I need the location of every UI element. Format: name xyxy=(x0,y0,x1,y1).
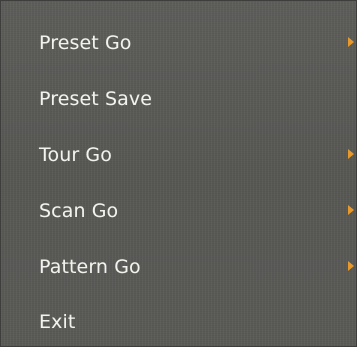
menu-item-label: Pattern Go xyxy=(39,256,141,278)
menu-item-label: Exit xyxy=(39,311,76,333)
menu-item-label: Preset Save xyxy=(39,88,153,110)
menu-item-label: Tour Go xyxy=(39,144,112,166)
menu-item-scan-go[interactable]: Scan Go xyxy=(1,191,356,231)
submenu-arrow-icon xyxy=(348,149,354,159)
submenu-arrow-icon xyxy=(348,37,354,47)
submenu-arrow-icon xyxy=(348,261,354,271)
menu-item-label: Scan Go xyxy=(39,200,119,222)
menu-item-tour-go[interactable]: Tour Go xyxy=(1,135,356,175)
context-menu: Preset Go Preset Save Tour Go Scan Go Pa… xyxy=(0,0,357,347)
menu-item-preset-go[interactable]: Preset Go xyxy=(1,23,356,63)
menu-item-exit[interactable]: Exit xyxy=(1,302,356,342)
menu-item-preset-save[interactable]: Preset Save xyxy=(1,79,356,119)
submenu-arrow-icon xyxy=(348,205,354,215)
menu-item-pattern-go[interactable]: Pattern Go xyxy=(1,247,356,287)
menu-item-label: Preset Go xyxy=(39,32,132,54)
